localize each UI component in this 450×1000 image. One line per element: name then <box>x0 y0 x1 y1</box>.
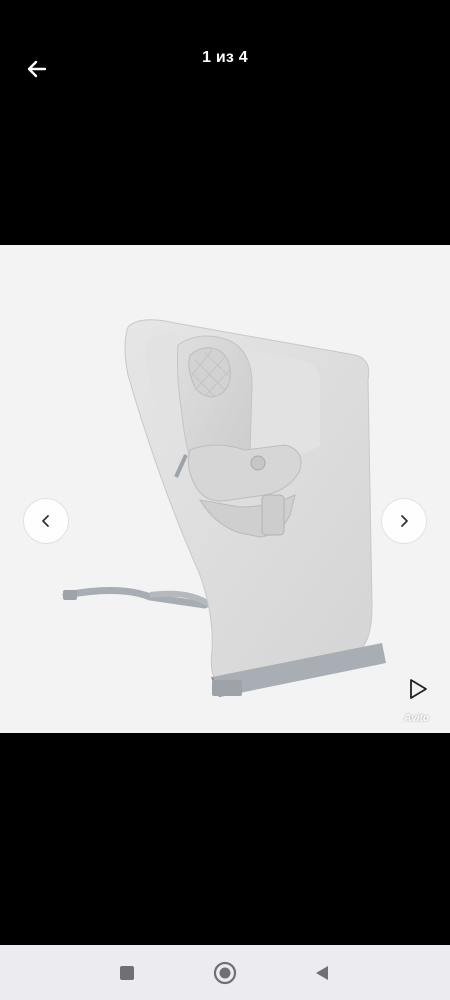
system-back-button[interactable] <box>308 959 336 987</box>
next-image-button[interactable] <box>381 498 427 544</box>
circle-icon <box>213 961 237 985</box>
home-button[interactable] <box>211 959 239 987</box>
recents-button[interactable] <box>113 959 141 987</box>
previous-image-button[interactable] <box>23 498 69 544</box>
square-icon <box>120 966 134 980</box>
triangle-back-icon <box>316 966 328 980</box>
play-slideshow-button[interactable] <box>404 675 432 703</box>
system-navigation-bar <box>0 945 450 1000</box>
baby-bouncer-image <box>62 319 386 698</box>
chevron-left-icon <box>42 515 49 527</box>
image-viewer-screen: 1 из 4 Avito <box>0 0 450 1000</box>
avito-watermark: Avito <box>404 713 429 724</box>
product-photo[interactable]: Avito <box>0 245 450 733</box>
image-counter: 1 из 4 <box>202 49 248 66</box>
top-bar: 1 из 4 <box>0 0 450 120</box>
play-icon <box>410 679 427 699</box>
chevron-right-icon <box>401 515 408 527</box>
